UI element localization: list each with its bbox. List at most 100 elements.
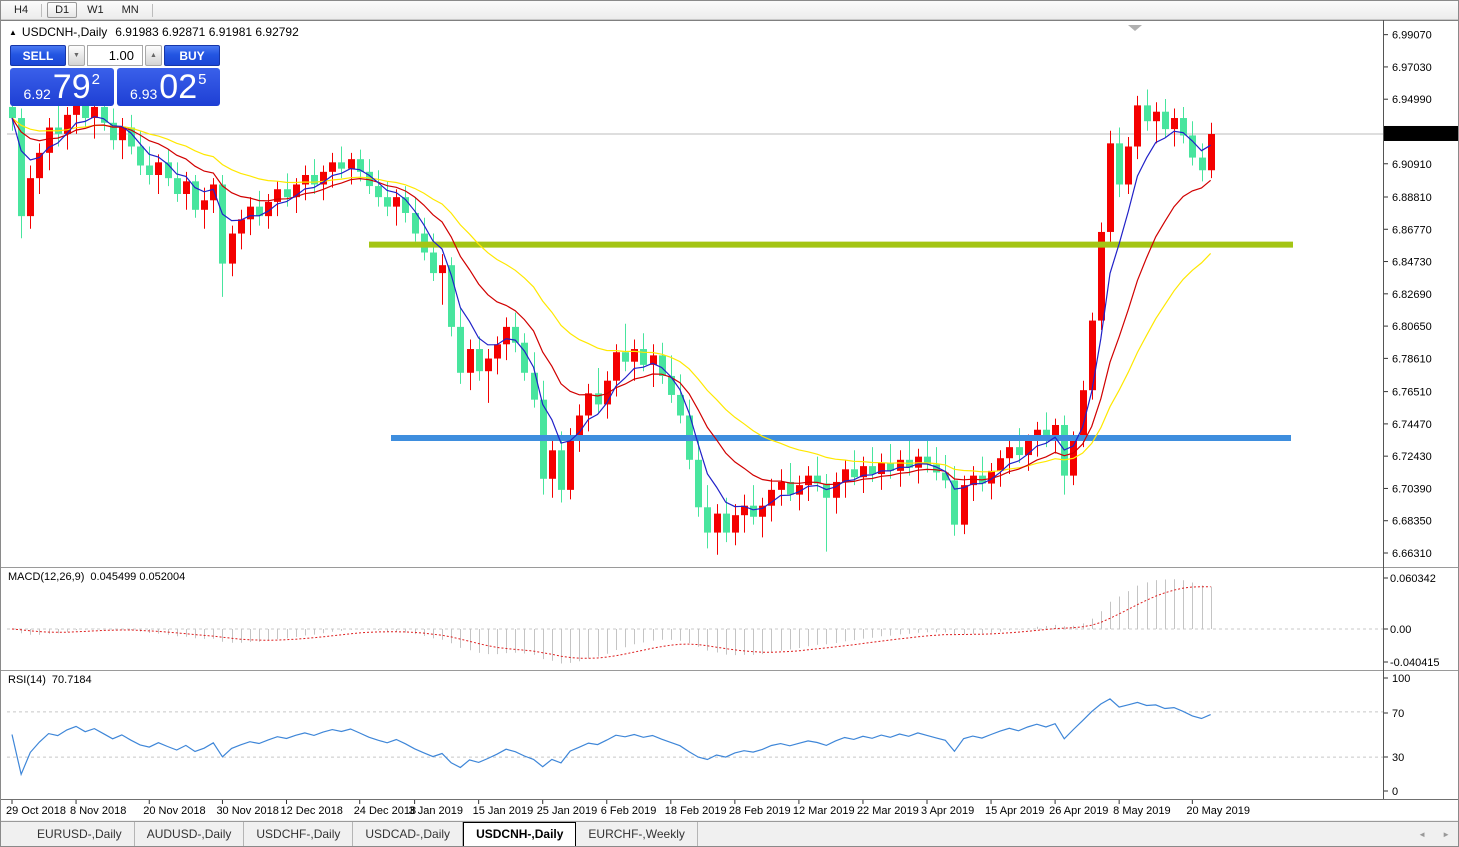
time-axis-label: 3 Apr 2019	[921, 805, 974, 817]
tab-scroll-left-button[interactable]: ◄	[1418, 831, 1426, 839]
candle-body[interactable]	[174, 178, 181, 194]
candle-body[interactable]	[723, 513, 730, 533]
candle-body[interactable]	[640, 349, 647, 365]
chart-tab-usdchf-daily[interactable]: USDCHF-,Daily	[244, 822, 354, 846]
candle-body[interactable]	[567, 436, 574, 490]
candle-body[interactable]	[558, 450, 565, 490]
tab-scroll-right-button[interactable]: ►	[1442, 831, 1450, 839]
tab-scroll-controls: ◄ ►	[1418, 831, 1450, 839]
toolbar-separator	[151, 3, 153, 17]
timeframe-button-w1[interactable]: W1	[79, 2, 112, 18]
volume-increase-button[interactable]: ▲	[145, 45, 162, 66]
candle-body[interactable]	[1134, 105, 1141, 147]
timeframe-button-h4[interactable]: H4	[6, 2, 36, 18]
candle-body[interactable]	[1199, 157, 1206, 171]
candle-body[interactable]	[823, 483, 830, 498]
sell-price-display[interactable]: 6.92 79 2	[10, 68, 114, 106]
candle-body[interactable]	[219, 184, 226, 264]
candle-body[interactable]	[951, 480, 958, 525]
time-axis-label: 3 Jan 2019	[409, 805, 463, 817]
chart-tab-eurchf-weekly[interactable]: EURCHF-,Weekly	[576, 822, 698, 846]
candle-body[interactable]	[183, 181, 190, 194]
candle-body[interactable]	[467, 349, 474, 373]
candle-body[interactable]	[531, 372, 538, 400]
candle-body[interactable]	[576, 415, 583, 437]
candle-body[interactable]	[393, 197, 400, 207]
candle-body[interactable]	[284, 189, 291, 198]
timeframe-button-d1[interactable]: D1	[47, 2, 78, 18]
candle-body[interactable]	[476, 349, 483, 372]
candle-body[interactable]	[9, 106, 16, 119]
candle-body[interactable]	[1153, 111, 1160, 122]
chart-canvas[interactable]: 6.99070 6.97030 6.94990 6.90910 6.88810 6.867…	[1, 1, 1459, 847]
candle-body[interactable]	[1107, 143, 1114, 232]
candle-body[interactable]	[750, 505, 757, 517]
chart-tab-audusd-daily[interactable]: AUDUSD-,Daily	[135, 822, 245, 846]
sell-button[interactable]: SELL	[10, 45, 66, 66]
candle-body[interactable]	[1208, 134, 1215, 171]
candle-body[interactable]	[613, 352, 620, 381]
candle-body[interactable]	[1162, 111, 1169, 130]
candle-body[interactable]	[805, 475, 812, 486]
candle-body[interactable]	[348, 159, 355, 169]
chart-tab-eurusd-daily[interactable]: EURUSD-,Daily	[25, 822, 135, 846]
triangle-up-icon: ▲	[150, 52, 157, 59]
chart-tab-usdcnh-daily[interactable]: USDCNH-,Daily	[463, 822, 577, 846]
candle-body[interactable]	[851, 469, 858, 478]
candle-body[interactable]	[787, 481, 794, 495]
candle-body[interactable]	[869, 466, 876, 475]
candle-body[interactable]	[329, 162, 336, 172]
candle-body[interactable]	[201, 200, 208, 210]
candle-body[interactable]	[695, 459, 702, 508]
candle-body[interactable]	[521, 342, 528, 373]
candle-body[interactable]	[732, 515, 739, 533]
candle-body[interactable]	[714, 513, 721, 533]
candle-body[interactable]	[549, 450, 556, 479]
volume-input[interactable]	[87, 45, 143, 66]
buy-price-display[interactable]: 6.93 02 5	[116, 68, 220, 106]
candle-body[interactable]	[1089, 320, 1096, 391]
candle-body[interactable]	[1116, 143, 1123, 185]
candle-body[interactable]	[585, 393, 592, 416]
candle-body[interactable]	[622, 352, 629, 362]
volume-decrease-button[interactable]: ▼	[68, 45, 85, 66]
candle-body[interactable]	[961, 485, 968, 525]
candle-body[interactable]	[311, 174, 318, 185]
candle-body[interactable]	[1016, 447, 1023, 456]
collapse-panel-icon[interactable]: ▲	[9, 28, 17, 37]
candle-body[interactable]	[27, 178, 34, 217]
candle-body[interactable]	[915, 456, 922, 468]
candle-body[interactable]	[439, 265, 446, 274]
timeframe-button-mn[interactable]: MN	[114, 2, 147, 18]
candle-body[interactable]	[1144, 105, 1151, 122]
candle-body[interactable]	[247, 206, 254, 220]
candle-body[interactable]	[659, 355, 666, 376]
candle-body[interactable]	[1006, 447, 1013, 459]
candle-body[interactable]	[430, 252, 437, 274]
candle-body[interactable]	[101, 106, 108, 123]
candle-body[interactable]	[503, 326, 510, 345]
candle-body[interactable]	[1125, 146, 1132, 185]
candle-body[interactable]	[457, 326, 464, 373]
candle-body[interactable]	[759, 505, 766, 517]
candle-body[interactable]	[146, 165, 153, 175]
candle-body[interactable]	[375, 186, 382, 198]
candle-body[interactable]	[494, 344, 501, 359]
candle-body[interactable]	[778, 481, 785, 490]
candle-body[interactable]	[302, 174, 309, 185]
symbol-period-label: USDCNH-,Daily	[21, 25, 108, 39]
price-axis-label: 6.82690	[1392, 289, 1432, 301]
candle-body[interactable]	[238, 219, 245, 234]
buy-button[interactable]: BUY	[164, 45, 220, 66]
candle-body[interactable]	[338, 162, 345, 169]
timeframe-toolbar: H4 D1 W1 MN	[1, 1, 1458, 20]
candle-body[interactable]	[229, 233, 236, 264]
candle-body[interactable]	[897, 459, 904, 471]
candle-body[interactable]	[1171, 118, 1178, 130]
candle-body[interactable]	[384, 197, 391, 207]
candle-body[interactable]	[485, 358, 492, 372]
candle-body[interactable]	[155, 162, 162, 175]
candle-body[interactable]	[704, 507, 711, 533]
chart-tab-usdcad-daily[interactable]: USDCAD-,Daily	[353, 822, 464, 846]
candle-body[interactable]	[137, 146, 144, 166]
